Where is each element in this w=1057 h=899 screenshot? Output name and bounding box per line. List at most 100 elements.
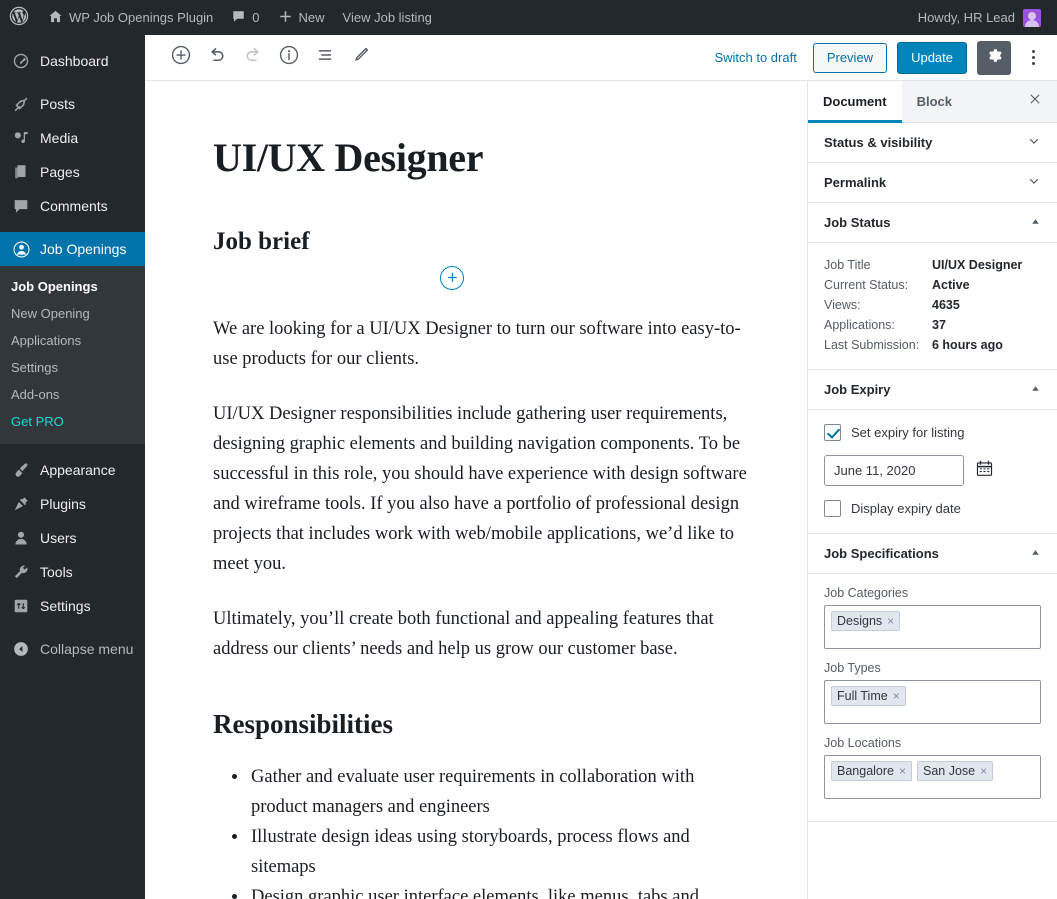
sidebar-item-appearance[interactable]: Appearance [0,453,145,487]
sidebar-item-comments[interactable]: Comments [0,189,145,223]
inline-block-inserter-button[interactable] [440,266,464,290]
job-locations-label: Job Locations [824,736,902,750]
remove-token-icon[interactable]: × [899,765,906,777]
page-title[interactable]: UI/UX Designer [213,135,747,181]
sidebar-item-pages[interactable]: Pages [0,155,145,189]
sidebar-item-label: Posts [40,96,76,112]
admin-bar: WP Job Openings Plugin 0 New View Job li… [0,0,1057,35]
chevron-down-icon [1027,134,1041,151]
edit-pencil-button[interactable] [343,40,379,76]
list-item[interactable]: Design graphic user interface elements, … [249,883,747,899]
sidebar-item-label: Users [40,530,77,546]
sidebar-subitem-settings[interactable]: Settings [0,354,145,381]
sidebar-subitem-new-opening[interactable]: New Opening [0,300,145,327]
expiry-date-input[interactable]: June 11, 2020 [824,455,964,486]
settings-toggle-button[interactable] [977,40,1011,75]
job-openings-icon [11,239,31,259]
sidebar-item-job-openings[interactable]: Job Openings [0,232,145,266]
sidebar-subitem-job-openings[interactable]: Job Openings [0,273,145,300]
block-inserter-button[interactable] [163,40,199,76]
content-info-button[interactable] [271,40,307,76]
site-name-menu[interactable]: WP Job Openings Plugin [39,0,222,35]
plus-icon [278,9,293,27]
list-item[interactable]: Illustrate design ideas using storyboard… [249,823,747,883]
remove-token-icon[interactable]: × [893,690,900,702]
token-chip[interactable]: Bangalore × [831,761,913,781]
remove-token-icon[interactable]: × [887,615,894,627]
list-item[interactable]: Gather and evaluate user requirements in… [249,763,747,823]
heading-responsibilities[interactable]: Responsibilities [213,708,747,740]
token-label: Bangalore [837,764,894,778]
sidebar-item-users[interactable]: Users [0,521,145,555]
calendar-icon[interactable] [975,459,994,483]
wordpress-logo-button[interactable] [0,0,39,35]
comments-bubble-menu[interactable]: 0 [222,0,268,35]
paragraph-block[interactable]: UI/UX Designer responsibilities include … [213,400,747,580]
admin-bar-left: WP Job Openings Plugin 0 New View Job li… [0,0,441,35]
chevron-up-icon [1030,383,1041,397]
sidebar-item-settings[interactable]: Settings [0,589,145,623]
paragraph-block[interactable]: We are looking for a UI/UX Designer to t… [213,315,747,375]
tab-block[interactable]: Block [902,81,967,123]
close-sidebar-button[interactable] [1019,86,1051,118]
sidebar-item-label: Media [40,130,79,146]
heading-job-brief[interactable]: Job brief [213,227,747,257]
sidebar-subitem-get-pro[interactable]: Get PRO [0,408,145,435]
panel-permalink[interactable]: Permalink [808,163,1057,203]
admin-bar-right: Howdy, HR Lead [910,0,1057,35]
comment-bubble-icon [11,196,31,216]
applications-count-link[interactable]: 37 [932,315,1041,335]
new-label: New [298,10,325,25]
token-chip[interactable]: Designs × [831,611,901,631]
display-expiry-checkbox[interactable] [824,500,841,517]
job-categories-input[interactable]: Designs × [824,605,1041,649]
sidebar-item-dashboard[interactable]: Dashboard [0,44,145,78]
kebab-menu-icon [1031,50,1035,53]
tab-document[interactable]: Document [808,81,902,123]
panel-job-expiry[interactable]: Job Expiry [808,370,1057,410]
chevron-down-icon [1027,174,1041,191]
sidebar-item-tools[interactable]: Tools [0,555,145,589]
token-label: San Jose [923,764,976,778]
sidebar-item-label: Pages [40,164,80,180]
view-job-listing-link[interactable]: View Job listing [334,0,441,35]
more-options-button[interactable] [1021,41,1045,75]
sidebar-item-posts[interactable]: Posts [0,87,145,121]
block-navigation-button[interactable] [307,40,343,76]
sidebar-subitem-add-ons[interactable]: Add-ons [0,381,145,408]
paragraph-block[interactable]: Ultimately, you’ll create both functiona… [213,605,747,665]
panel-job-status[interactable]: Job Status [808,203,1057,243]
job-locations-input[interactable]: Bangalore × San Jose × [824,755,1041,799]
responsibilities-list[interactable]: Gather and evaluate user requirements in… [213,763,747,899]
account-menu[interactable]: Howdy, HR Lead [910,8,1049,27]
sidebar-separator-2 [0,223,145,232]
token-chip[interactable]: Full Time × [831,686,906,706]
row-key: Last Submission: [824,338,920,352]
post-content-canvas[interactable]: UI/UX Designer Job brief We are looking … [145,81,807,899]
panel-job-specifications[interactable]: Job Specifications [808,534,1057,574]
panel-status-visibility[interactable]: Status & visibility [808,123,1057,163]
undo-icon [206,44,228,71]
table-row: Current Status: Active [824,275,1041,295]
display-expiry-row: Display expiry date [824,500,1041,517]
sidebar-subitem-applications[interactable]: Applications [0,327,145,354]
plug-icon [11,494,31,514]
sidebar-item-plugins[interactable]: Plugins [0,487,145,521]
new-content-menu[interactable]: New [269,0,334,35]
panel-title: Job Expiry [824,382,891,397]
redo-button[interactable] [235,40,271,76]
preview-button[interactable]: Preview [812,42,888,73]
token-chip[interactable]: San Jose × [917,761,994,781]
chevron-up-icon [1030,216,1041,230]
sidebar-item-media[interactable]: Media [0,121,145,155]
table-row: Views: 4635 [824,295,1041,315]
last-submission-link[interactable]: 6 hours ago [932,335,1041,355]
set-expiry-checkbox[interactable] [824,424,841,441]
remove-token-icon[interactable]: × [980,765,987,777]
switch-to-draft-button[interactable]: Switch to draft [708,46,802,69]
job-types-input[interactable]: Full Time × [824,680,1041,724]
collapse-menu-button[interactable]: Collapse menu [0,632,145,666]
undo-button[interactable] [199,40,235,76]
user-icon [11,528,31,548]
update-button[interactable]: Update [897,41,967,74]
